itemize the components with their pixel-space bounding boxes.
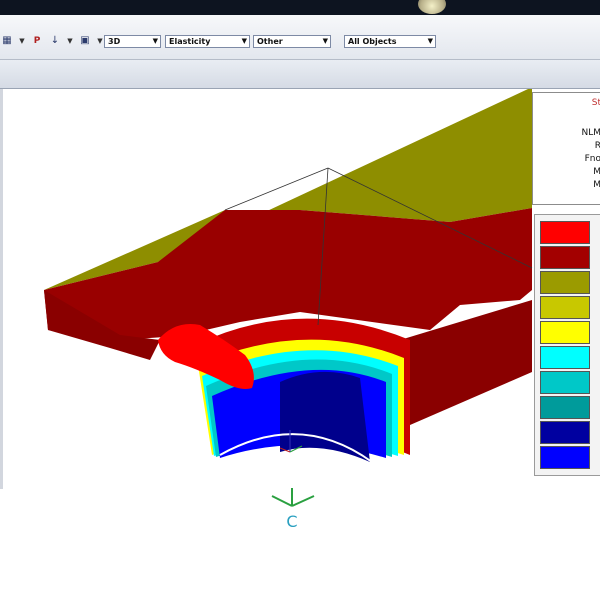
legend-swatch xyxy=(540,396,590,419)
result-type-select[interactable]: Elasticity ▼ xyxy=(165,35,250,48)
secondary-toolbar xyxy=(0,60,600,89)
legend-swatch xyxy=(540,421,590,444)
info-line: M xyxy=(593,180,600,190)
toolbar-icon-group: ▦ ▼ P ↓ ▼ ▣ ▼ xyxy=(0,35,104,47)
legend-swatch xyxy=(540,321,590,344)
info-line: St xyxy=(591,98,600,108)
result-type-value: Elasticity xyxy=(169,37,211,46)
info-line: M xyxy=(593,167,600,177)
chevron-down-icon[interactable]: ▼ xyxy=(66,37,74,45)
stress-band-dark-blue xyxy=(280,371,370,462)
object-filter-select[interactable]: All Objects ▼ xyxy=(344,35,436,48)
view-mode-select[interactable]: 3D ▼ xyxy=(104,35,161,48)
view-mode-value: 3D xyxy=(108,37,121,46)
arrow-icon[interactable]: ↓ xyxy=(48,35,62,47)
chevron-down-icon[interactable]: ▼ xyxy=(18,37,26,45)
info-line: Fno xyxy=(584,154,600,164)
chevron-down-icon: ▼ xyxy=(152,37,158,45)
chevron-down-icon: ▼ xyxy=(241,37,247,45)
legend-swatch xyxy=(540,371,590,394)
legend-swatch xyxy=(540,246,590,269)
component-value: Other xyxy=(257,37,283,46)
constraint-triad-icon xyxy=(291,495,315,507)
constraint-triad-icon xyxy=(271,495,293,507)
chevron-down-icon: ▼ xyxy=(322,37,328,45)
window-orb-icon xyxy=(418,0,446,14)
legend-swatch xyxy=(540,296,590,319)
legend-swatch xyxy=(540,446,590,469)
camera-icon[interactable]: ▣ xyxy=(78,35,92,47)
object-filter-value: All Objects xyxy=(348,37,397,46)
info-line: NLM xyxy=(581,128,600,138)
result-info-panel: St NLM R Fno M M xyxy=(532,92,600,205)
probe-button[interactable]: P xyxy=(30,35,44,47)
grid-icon[interactable]: ▦ xyxy=(0,35,14,47)
info-line: R xyxy=(594,141,600,151)
chevron-down-icon[interactable]: ▼ xyxy=(96,37,104,45)
window-titlebar xyxy=(0,0,600,15)
color-legend xyxy=(534,214,600,476)
legend-swatch xyxy=(540,271,590,294)
chevron-down-icon: ▼ xyxy=(427,37,433,45)
legend-swatch xyxy=(540,221,590,244)
component-select[interactable]: Other ▼ xyxy=(253,35,331,48)
fe-model-view[interactable]: C xyxy=(0,89,600,600)
legend-swatch xyxy=(540,346,590,369)
constraint-label: C xyxy=(286,512,297,531)
